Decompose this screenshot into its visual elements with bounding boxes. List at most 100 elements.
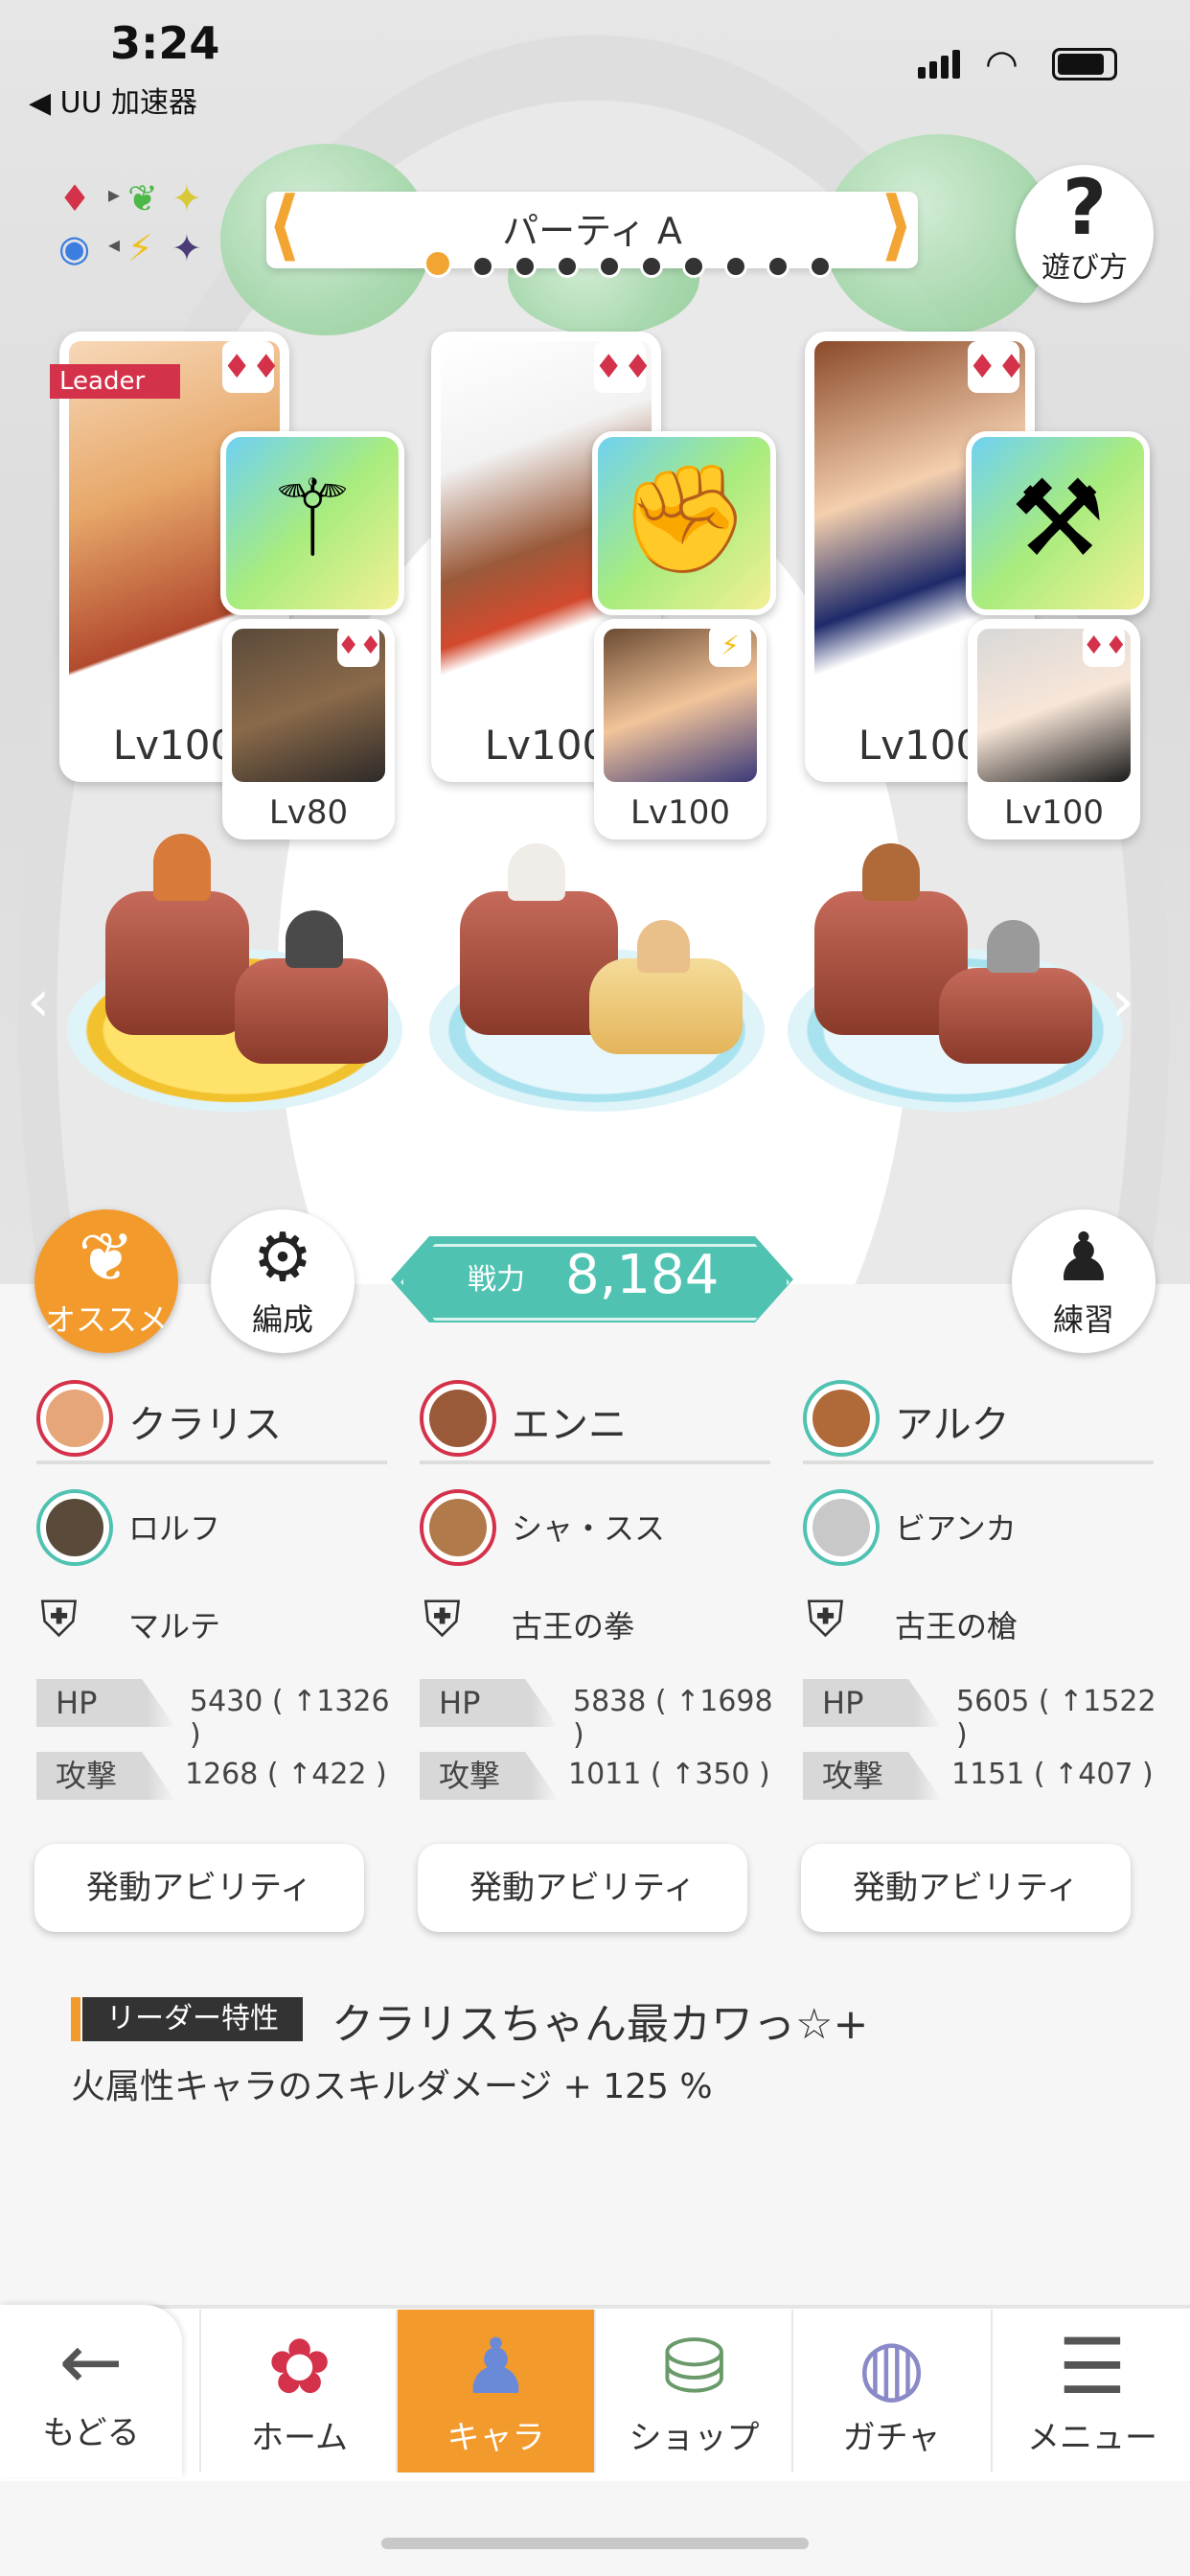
nav-chara[interactable]: ♟ キャラ (396, 2310, 594, 2472)
nav-shop-label: ショップ (629, 2419, 760, 2457)
practice-button[interactable]: ♟ 練習 (1012, 1209, 1156, 1353)
leader-tag: Leader (50, 364, 180, 399)
chibi-sprite-3 (508, 843, 565, 901)
cake-1 (105, 891, 249, 1035)
nav-menu[interactable]: ☰ メニュー (991, 2310, 1190, 2472)
cellular-signal-icon (918, 50, 964, 82)
fire-element-icon: ♦♦ (968, 341, 1026, 393)
nav-shop[interactable]: ⛁ ショップ (594, 2310, 792, 2472)
sub-level: Lv80 (268, 794, 349, 832)
fire-element-icon: ♦♦ (337, 625, 382, 667)
menu-list-icon: ☰ (1058, 2322, 1127, 2411)
page-dot[interactable] (809, 255, 832, 278)
enni-avatar (420, 1380, 496, 1457)
chibi-sprite-6 (987, 920, 1040, 973)
dark-element-icon: ✦ (172, 227, 202, 269)
hp-value: 5838 ( ↑1698 ) (573, 1685, 773, 1752)
main-name-row[interactable]: クラリス (36, 1380, 387, 1464)
back-arrow-icon: ← (58, 2317, 124, 2406)
page-dot[interactable] (640, 255, 663, 278)
chibi-sprite-4 (637, 920, 690, 973)
recommended-label: オススメ (44, 1301, 168, 1338)
leader-skill-name: クラリスちゃん最カワっ☆+ (332, 2000, 869, 2049)
element-affinity-chart[interactable]: ♦ ▸ ❦ ✦ ◉ ◂ ⚡ ✦ (53, 177, 216, 273)
light-element-icon: ✦ (172, 177, 202, 219)
combat-power-badge: 戦力 8,184 (391, 1236, 793, 1322)
scene-left-arrow-icon[interactable]: ‹ (27, 968, 50, 1035)
next-party-chevron-icon[interactable]: ⟩ (880, 180, 915, 269)
page-dot[interactable] (598, 255, 621, 278)
weapon-name[interactable]: 古王の槍 (895, 1602, 1018, 1646)
practice-label: 練習 (1052, 1301, 1114, 1338)
weapon-slot-1[interactable]: ⚚ (220, 431, 404, 615)
weapon-name[interactable]: 古王の拳 (512, 1602, 634, 1646)
how-to-play-button[interactable]: ? 遊び方 (1016, 165, 1154, 303)
nav-home-label: ホーム (251, 2419, 348, 2457)
power-label: 戦力 (468, 1263, 525, 1297)
page-dot[interactable] (724, 255, 747, 278)
attack-value: 1011 ( ↑350 ) (568, 1758, 770, 1791)
page-dot[interactable] (471, 255, 494, 278)
chibi-sprite-2 (286, 910, 343, 968)
nav-home[interactable]: ✿ ホーム (199, 2310, 398, 2472)
chibi-sprite-5 (862, 843, 920, 901)
weapon-name[interactable]: マルテ (128, 1602, 220, 1646)
nav-back-button[interactable]: ← もどる (0, 2305, 182, 2477)
nav-back-label: もどる (42, 2414, 140, 2452)
bird-icon: ❦ (78, 1218, 135, 1297)
weapon-slot-3[interactable]: ⚒ (966, 431, 1150, 615)
main-name-row[interactable]: エンニ (420, 1380, 770, 1464)
party-name: パーティ A (502, 210, 682, 252)
cake-6 (939, 968, 1092, 1064)
power-value: 8,184 (565, 1244, 720, 1306)
ability-button-2[interactable]: 発動アビリティ (418, 1844, 747, 1932)
gauntlet-icon: ✊ (618, 457, 750, 580)
fire-element-icon: ♦♦ (222, 341, 281, 393)
hp-value: 5605 ( ↑1522 ) (956, 1685, 1156, 1752)
main-name-row[interactable]: アルク (803, 1380, 1154, 1464)
arc-avatar (803, 1380, 880, 1457)
page-dot-active[interactable] (423, 249, 452, 278)
cake-4 (589, 958, 743, 1054)
how-to-play-label: 遊び方 (1041, 251, 1128, 285)
thunder-element-icon: ⚡ (127, 227, 153, 269)
page-dot[interactable] (556, 255, 579, 278)
leader-skill-label: リーダー特性 (82, 1997, 303, 2041)
gacha-orb-icon: ◍ (858, 2322, 926, 2411)
formation-label: 編成 (251, 1301, 313, 1338)
sub-character-name[interactable]: シャ・スス (512, 1505, 665, 1549)
main-character-name: エンニ (512, 1403, 627, 1447)
hp-value: 5430 ( ↑1326 ) (190, 1685, 390, 1752)
water-element-icon: ◉ (58, 227, 91, 269)
weapon-slot-2[interactable]: ✊ (592, 431, 776, 615)
nav-gacha-label: ガチャ (842, 2419, 941, 2457)
nav-gacha[interactable]: ◍ ガチャ (791, 2310, 990, 2472)
arrow-icon: ◂ (108, 231, 121, 258)
weapon-icon: ⛨ (807, 1591, 845, 1648)
fire-element-icon: ♦ (58, 177, 92, 219)
sub-character-name[interactable]: ビアンカ (895, 1505, 1017, 1549)
wind-element-icon: ❦ (127, 177, 158, 219)
ability-button-3[interactable]: 発動アビリティ (801, 1844, 1131, 1932)
page-dot[interactable] (767, 255, 790, 278)
battery-icon (1052, 48, 1117, 80)
cake-2 (235, 958, 388, 1064)
status-bar: 3:24 ◀ UU 加速器 ◠ (0, 0, 1190, 120)
formation-button[interactable]: ⚙ 編成 (211, 1209, 355, 1353)
rolf-avatar (36, 1489, 113, 1566)
home-indicator[interactable] (381, 2538, 809, 2549)
page-dot[interactable] (514, 255, 537, 278)
nav-chara-label: キャラ (446, 2419, 545, 2457)
sub-character-name[interactable]: ロルフ (128, 1505, 220, 1549)
fire-element-icon: ♦♦ (1083, 625, 1128, 667)
page-dot[interactable] (682, 255, 705, 278)
prev-party-chevron-icon[interactable]: ⟨ (266, 180, 302, 269)
back-to-app-link[interactable]: ◀ UU 加速器 (29, 79, 197, 121)
attack-label: 攻撃 (36, 1752, 175, 1800)
wifi-icon: ◠ (985, 42, 1018, 86)
scene-right-arrow-icon[interactable]: › (1111, 968, 1134, 1035)
recommended-button[interactable]: ❦ オススメ (34, 1209, 178, 1353)
ability-button-1[interactable]: 発動アビリティ (34, 1844, 364, 1932)
hp-label: HP (803, 1679, 942, 1727)
character-icon: ♟ (461, 2322, 531, 2411)
